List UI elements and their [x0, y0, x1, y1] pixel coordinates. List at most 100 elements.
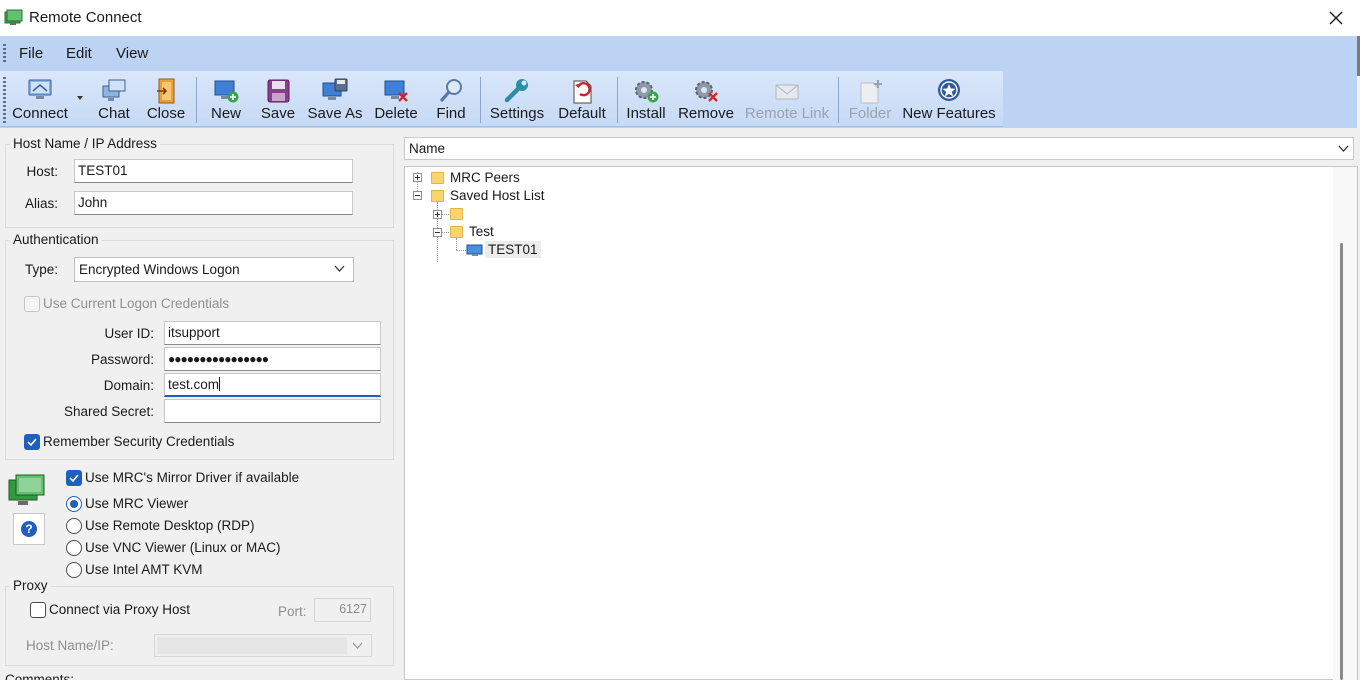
tree-node-test01[interactable]: TEST01: [485, 241, 541, 258]
delete-button[interactable]: Delete: [370, 71, 422, 127]
expand-toggle-mrc-peers[interactable]: [413, 173, 422, 182]
host-label: Host:: [26, 164, 58, 179]
help-icon: ?: [21, 521, 37, 537]
domain-label: Domain:: [103, 378, 154, 393]
default-button[interactable]: Default: [554, 71, 610, 127]
menu-grip-handle[interactable]: [3, 44, 6, 64]
host-group-title: Host Name / IP Address: [10, 136, 160, 151]
host-tree: MRC Peers Saved Host List Test TEST01: [404, 166, 1358, 680]
new-host-icon: [214, 80, 239, 103]
connect-dropdown-arrow[interactable]: [77, 96, 83, 100]
checkmark-icon: [69, 474, 79, 483]
connect-label: Connect: [12, 105, 68, 122]
connect-button[interactable]: Connect: [8, 71, 72, 127]
radio-mrc-viewer-label: Use MRC Viewer: [85, 496, 189, 511]
new-folder-icon: [860, 80, 882, 104]
menu-file[interactable]: File: [19, 45, 43, 62]
folder-button[interactable]: Folder: [845, 71, 895, 127]
shared-secret-input[interactable]: [164, 399, 381, 423]
gear-remove-icon: [695, 81, 718, 102]
name-column-header[interactable]: Name: [404, 137, 1354, 160]
install-label: Install: [626, 105, 666, 122]
close-door-icon: [157, 78, 175, 104]
domain-value: test.com: [168, 377, 220, 392]
close-label: Close: [146, 105, 186, 122]
delete-label: Delete: [374, 105, 418, 122]
toolbar-separator: [617, 77, 618, 123]
tree-node-saved-host-list[interactable]: Saved Host List: [450, 188, 545, 203]
toolbar-separator: [480, 77, 481, 123]
save-as-icon: [322, 78, 348, 100]
remove-button[interactable]: Remove: [676, 71, 736, 127]
remember-credentials-label: Remember Security Credentials: [43, 434, 235, 449]
settings-button[interactable]: Settings: [487, 71, 547, 127]
tree-scrollbar[interactable]: [1333, 167, 1357, 680]
proxy-host-label: Host Name/IP:: [26, 638, 114, 653]
toolbar-separator: [196, 77, 197, 123]
folder-icon: [431, 190, 444, 202]
userid-label: User ID:: [104, 326, 154, 341]
find-button[interactable]: Find: [430, 71, 472, 127]
chat-button[interactable]: Chat: [94, 71, 134, 127]
collapse-toggle-test[interactable]: [433, 228, 442, 237]
save-button[interactable]: Save: [256, 71, 300, 127]
radio-vnc[interactable]: [66, 540, 82, 556]
radio-amt-kvm[interactable]: [66, 562, 82, 578]
new-button[interactable]: New: [204, 71, 248, 127]
host-input[interactable]: TEST01: [74, 159, 353, 183]
domain-input[interactable]: test.com: [164, 373, 381, 397]
connect-via-proxy-checkbox[interactable]: [30, 602, 46, 618]
proxy-group-title: Proxy: [10, 578, 51, 593]
new-label: New: [210, 105, 241, 122]
expand-toggle-unnamed-folder[interactable]: [433, 210, 442, 219]
computer-icon: [466, 244, 483, 256]
new-features-button[interactable]: New Features: [902, 71, 996, 127]
userid-input[interactable]: itsupport: [164, 321, 381, 345]
toolbar: Connect Chat Close New Save Save As Dele…: [0, 71, 1003, 127]
menu-view[interactable]: View: [116, 45, 148, 62]
folder-label: Folder: [848, 105, 892, 122]
use-current-logon-checkbox[interactable]: [24, 296, 40, 312]
mirror-driver-checkbox[interactable]: [66, 470, 82, 486]
default-reset-icon: [573, 80, 592, 104]
port-label: Port:: [278, 604, 307, 619]
close-button[interactable]: Close: [143, 71, 189, 127]
port-input[interactable]: 6127: [314, 598, 371, 622]
checkmark-icon: [27, 438, 37, 447]
folder-icon: [450, 208, 463, 220]
find-label: Find: [436, 105, 466, 122]
radio-mrc-viewer[interactable]: [66, 496, 82, 512]
radio-rdp[interactable]: [66, 518, 82, 534]
tree-scrollbar-thumb[interactable]: [1340, 243, 1343, 680]
name-header-label: Name: [409, 141, 446, 156]
host-group: [5, 144, 394, 228]
window-title: Remote Connect: [29, 9, 142, 26]
alias-input[interactable]: John: [74, 191, 353, 215]
tree-node-test[interactable]: Test: [469, 224, 494, 239]
remember-credentials-checkbox[interactable]: [24, 434, 40, 450]
help-button[interactable]: ?: [13, 513, 45, 545]
chat-label: Chat: [98, 105, 130, 122]
proxy-host-field: [157, 637, 347, 654]
password-input[interactable]: ●●●●●●●●●●●●●●●●: [164, 347, 381, 371]
remote-link-button[interactable]: Remote Link: [743, 71, 831, 127]
collapse-toggle-saved-host-list[interactable]: [413, 191, 422, 200]
menu-edit[interactable]: Edit: [66, 45, 92, 62]
folder-icon: [431, 172, 444, 184]
toolbar-grip-handle[interactable]: [3, 77, 6, 123]
star-badge-icon: [938, 79, 960, 101]
save-as-button[interactable]: Save As: [306, 71, 364, 127]
auth-type-select[interactable]: Encrypted Windows Logon: [74, 257, 354, 282]
save-label: Save: [260, 105, 296, 122]
remote-connect-window: Remote Connect File Edit View Connect Ch…: [0, 0, 1360, 680]
delete-host-icon: [384, 80, 408, 102]
monitor-connect-icon: [28, 79, 52, 99]
comments-label: Comments:: [5, 672, 75, 680]
settings-label: Settings: [489, 105, 545, 122]
install-button[interactable]: Install: [624, 71, 668, 127]
proxy-host-select[interactable]: [154, 634, 372, 657]
window-close-button[interactable]: [1322, 4, 1350, 32]
mirror-driver-label: Use MRC's Mirror Driver if available: [85, 470, 300, 485]
gear-install-icon: [635, 81, 659, 103]
tree-node-mrc-peers[interactable]: MRC Peers: [450, 170, 520, 185]
